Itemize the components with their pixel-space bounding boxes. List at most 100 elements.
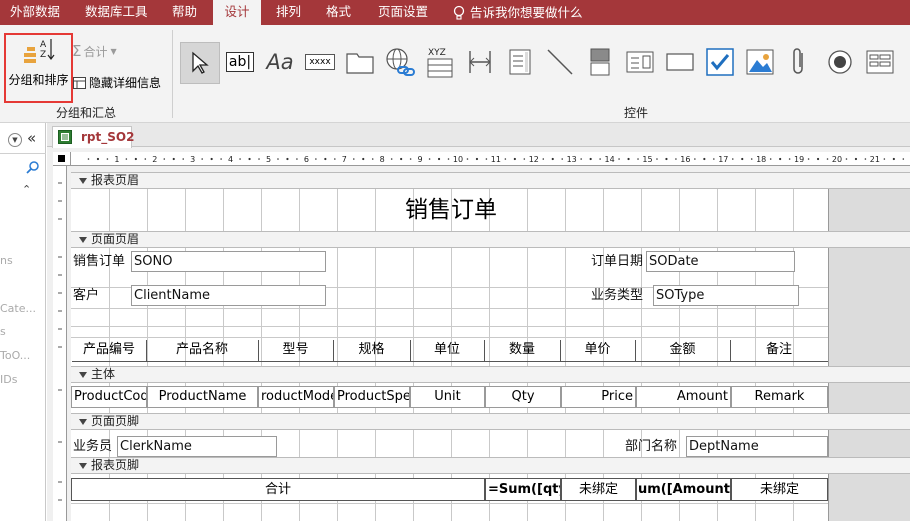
nav-item[interactable]: ns — [0, 254, 13, 267]
footer-unbound-2[interactable]: 未绑定 — [731, 478, 828, 501]
subform-tool[interactable] — [860, 37, 900, 87]
hyperlink-tool[interactable] — [380, 37, 420, 87]
ruler-number: 17 — [718, 155, 728, 164]
textbox-sono[interactable]: SONO — [131, 251, 326, 272]
ruler-corner[interactable] — [53, 152, 71, 166]
menu-format[interactable]: 格式 — [326, 0, 351, 25]
detail-field[interactable]: roductMode — [258, 386, 334, 408]
button-tool[interactable]: xxxx — [300, 37, 340, 87]
label-client[interactable]: 客户 — [72, 285, 112, 306]
detail-field[interactable]: Price — [561, 386, 636, 408]
document-tab-label: rpt_SO2 — [81, 130, 135, 144]
line-tool[interactable] — [540, 37, 580, 87]
text-box-icon: ab| — [225, 52, 255, 72]
column-header[interactable]: 单价 — [560, 340, 635, 362]
toggle-button-tool[interactable] — [580, 37, 620, 87]
nav-item[interactable]: s — [0, 325, 6, 338]
menu-design[interactable]: 设计 — [213, 0, 261, 25]
option-button-tool[interactable] — [820, 37, 860, 87]
tab-control-tool[interactable] — [340, 37, 380, 87]
label-sodate[interactable]: 订单日期 — [590, 251, 648, 272]
section-report-footer[interactable]: 报表页脚 — [71, 457, 910, 474]
column-header[interactable]: 规格 — [333, 340, 410, 362]
textbox-sotype[interactable]: SOType — [653, 285, 799, 306]
document-tab[interactable]: rpt_SO2 — [52, 126, 135, 148]
ruler-number: 7 — [342, 155, 347, 164]
menu-external-data[interactable]: 外部数据 — [10, 0, 60, 25]
detail-field[interactable]: ProductCod — [71, 386, 147, 408]
cursor-arrow-icon — [192, 51, 209, 74]
column-header[interactable]: 产品名称 — [146, 340, 258, 362]
column-header[interactable]: 型号 — [258, 340, 333, 362]
detail-field[interactable]: ProductSpec — [334, 386, 410, 408]
navigation-control-tool[interactable] — [620, 37, 660, 87]
section-page-header[interactable]: 页面页眉 — [71, 231, 910, 248]
nav-dropdown-icon[interactable]: ▼ — [8, 133, 22, 147]
menu-database-tools[interactable]: 数据库工具 — [85, 0, 148, 25]
horizontal-ruler[interactable]: 1 2 3 4 5 6 7 8 9 10 11 12 13 14 15 16 17 18 19 20 21 — [71, 152, 910, 166]
sigma-icon: Σ — [72, 42, 82, 60]
column-header[interactable]: 备注 — [730, 340, 828, 362]
detail-field[interactable]: Remark — [731, 386, 828, 408]
section-page-footer[interactable]: 页面页脚 — [71, 413, 910, 430]
report-title[interactable]: 销售订单 — [400, 192, 502, 228]
detail-field[interactable]: ProductName — [147, 386, 258, 408]
text-box-tool[interactable]: ab| — [220, 37, 260, 87]
ruler-number: 20 — [832, 155, 842, 164]
label-tool[interactable]: Aa — [260, 37, 300, 87]
ruler-number: 16 — [680, 155, 690, 164]
section-collapse-icon — [79, 419, 87, 425]
column-header[interactable]: 数量 — [484, 340, 560, 362]
column-header[interactable]: 单位 — [410, 340, 484, 362]
tell-me-box[interactable]: 告诉我你想要做什么 — [452, 0, 583, 25]
subform-icon — [866, 50, 894, 74]
vertical-ruler[interactable] — [53, 166, 67, 521]
search-icon[interactable] — [26, 160, 40, 174]
detail-field[interactable]: Qty — [485, 386, 561, 408]
svg-text:Z: Z — [40, 50, 46, 60]
label-sotype[interactable]: 业务类型 — [590, 285, 654, 306]
label-dept[interactable]: 部门名称 — [624, 436, 686, 457]
image-tool[interactable] — [740, 37, 780, 87]
nav-item[interactable]: ToO... — [0, 349, 30, 362]
detail-field[interactable]: Amount — [636, 386, 731, 408]
combo-box-tool[interactable]: XYZ — [420, 37, 460, 87]
section-detail[interactable]: 主体 — [71, 366, 910, 383]
detail-field[interactable]: Unit — [410, 386, 485, 408]
report-object-icon — [58, 130, 72, 144]
total-button[interactable]: Σ 合计 ▼ — [72, 42, 117, 60]
attachment-tool[interactable] — [780, 37, 820, 87]
menu-page-setup[interactable]: 页面设置 — [378, 0, 428, 25]
combo-box-icon: XYZ — [427, 48, 453, 78]
list-box-tool[interactable] — [500, 37, 540, 87]
textbox-dept[interactable]: DeptName — [686, 436, 828, 457]
nav-item[interactable]: IDs — [0, 373, 17, 386]
nav-scroll-up-icon[interactable]: ⌃ — [22, 183, 31, 196]
insert-page-break-tool[interactable] — [460, 37, 500, 87]
hide-details-button[interactable]: 隐藏详细信息 — [73, 74, 161, 91]
rectangle-tool[interactable] — [660, 37, 700, 87]
ruler-number: 8 — [380, 155, 385, 164]
label-clerk[interactable]: 业务员 — [72, 436, 118, 457]
label-sono[interactable]: 销售订单 — [72, 251, 132, 272]
section-report-header[interactable]: 报表页眉 — [71, 172, 910, 189]
nav-collapse-button[interactable]: « — [27, 129, 36, 147]
tab-control-icon — [346, 53, 374, 74]
footer-unbound-1[interactable]: 未绑定 — [561, 478, 636, 501]
column-header[interactable]: 金额 — [635, 340, 730, 362]
check-box-tool[interactable] — [700, 37, 740, 87]
footer-sum-amount[interactable]: um([Amount]) — [636, 478, 731, 501]
group-sort-button[interactable]: A Z 分组和排序 — [4, 33, 73, 103]
menu-help[interactable]: 帮助 — [172, 0, 197, 25]
group-caption-grouping: 分组和汇总 — [56, 106, 117, 120]
textbox-sodate[interactable]: SODate — [646, 251, 795, 272]
column-header[interactable]: 产品编号 — [72, 340, 146, 362]
textbox-client[interactable]: ClientName — [131, 285, 326, 306]
footer-sum-qty[interactable]: =Sum([qty] — [485, 478, 561, 501]
select-tool[interactable] — [180, 42, 220, 84]
textbox-clerk[interactable]: ClerkName — [117, 436, 277, 457]
footer-total-label[interactable]: 合计 — [71, 478, 485, 501]
menu-arrange[interactable]: 排列 — [276, 0, 301, 25]
globe-link-icon — [386, 48, 415, 76]
nav-item[interactable]: Cate... — [0, 302, 36, 315]
